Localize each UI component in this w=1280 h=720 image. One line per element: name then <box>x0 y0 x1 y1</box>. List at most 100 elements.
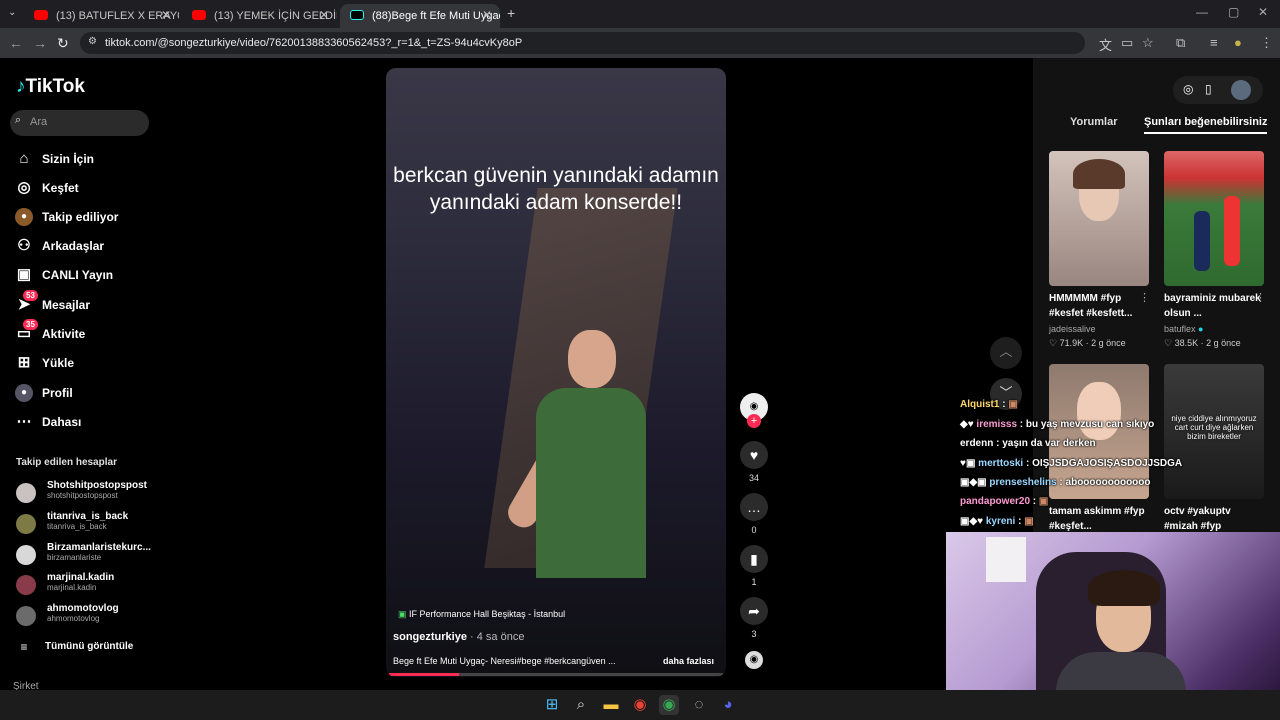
heart-outline-icon: ♡ <box>1164 338 1173 348</box>
like-button[interactable]: ♥ 34 <box>740 441 768 483</box>
following-icon: ● <box>15 208 33 226</box>
chat-message: ♥▣ merttoski : OIŞJSDGAJOSIŞASDOJJSDGA <box>960 458 1183 469</box>
more-options-icon[interactable]: ⋮ <box>1255 291 1266 304</box>
suggested-video-author[interactable]: jadeissalive <box>1049 324 1096 334</box>
obs-icon[interactable]: ◌ <box>689 695 709 715</box>
minimize-icon[interactable]: — <box>1196 5 1208 19</box>
search-input[interactable]: ⌕ Ara <box>10 110 149 136</box>
chat-username: pandapower20 <box>960 496 1031 507</box>
discord-icon[interactable]: ◕ <box>718 695 738 715</box>
home-icon: ⌂ <box>19 150 29 167</box>
following-account[interactable]: titanriva_is_back titanriva_is_back <box>16 511 156 537</box>
windows-start-icon[interactable]: ⊞ <box>542 695 562 715</box>
device-icon[interactable]: ▯ <box>1205 82 1212 96</box>
logo-text: TikTok <box>25 76 85 97</box>
browser-tab-1[interactable]: (13) BATUFLEX X ERAY067 & M ✕ <box>24 4 179 28</box>
profile-avatar-icon[interactable]: ● <box>1234 35 1242 50</box>
comment-button[interactable]: … 0 <box>740 493 768 535</box>
suggested-video-thumbnail[interactable] <box>1164 151 1264 286</box>
chat-message: erdenn : yaşın da var derken <box>960 438 1096 449</box>
chat-username: merttoski <box>978 458 1024 469</box>
compass-icon[interactable]: ◎ <box>1183 82 1193 96</box>
suggested-video-title[interactable]: octv #yakuptv #mizah #fyp <box>1164 504 1264 534</box>
cast-icon[interactable]: ▭ <box>1121 35 1133 51</box>
translate-icon[interactable]: 文 <box>1099 35 1112 54</box>
following-account[interactable]: ahmomotovlog ahmomotovlog <box>16 603 156 629</box>
live-icon: ▣ <box>16 266 32 283</box>
post-time: 2 g önce <box>1091 338 1126 348</box>
chevron-down-icon: ﹀ <box>999 385 1013 400</box>
site-info-icon[interactable]: ⚙ <box>88 36 97 47</box>
streamer-hair <box>1088 570 1160 606</box>
right-panel-toolbar: ◎ ▯ <box>1173 76 1263 104</box>
browser-tab-3[interactable]: (88)Bege ft Efe Muti Uygaç- Ne ✕ <box>340 4 500 28</box>
extensions-icon[interactable]: ⧉ <box>1176 35 1185 51</box>
chat-message: ◆♥ iremisss : bu yaş mevzusu can sıkıyo <box>960 419 1155 430</box>
suggested-video-title[interactable]: HMMMMM #fyp #kesfet #kesfett... <box>1049 291 1149 321</box>
suggested-video-title[interactable]: tamam askimm #fyp #keşfet... <box>1049 504 1149 534</box>
chat-username: iremisss <box>976 419 1018 430</box>
author-avatar-button[interactable]: ◉ + <box>740 393 768 428</box>
following-account[interactable]: Birzamanlaristekurc... birzamanlariste <box>16 542 156 568</box>
tab-comments[interactable]: Yorumlar <box>1070 116 1117 128</box>
suggested-video-title[interactable]: bayraminiz mubarek olsun ... <box>1164 291 1264 321</box>
youtube-icon <box>34 10 48 20</box>
video-progress-bar[interactable] <box>389 673 723 676</box>
maximize-icon[interactable]: ▢ <box>1228 5 1239 19</box>
location-text: IF Performance Hall Beşiktaş - İstanbul <box>409 609 566 619</box>
tab-search-icon[interactable]: ⌄ <box>8 7 16 18</box>
video-location[interactable]: ▣ IF Performance Hall Beşiktaş - İstanbu… <box>398 609 565 620</box>
file-explorer-icon[interactable]: ▬ <box>601 695 621 715</box>
youtube-icon <box>192 10 206 20</box>
more-button[interactable]: daha fazlası <box>663 656 714 666</box>
tab-you-may-like[interactable]: Şunları beğenebilirsiniz <box>1144 116 1268 134</box>
account-handle: marjinal.kadin <box>47 583 97 592</box>
bookmark-star-icon[interactable]: ☆ <box>1142 35 1154 51</box>
comment-icon: … <box>740 493 768 521</box>
messages-badge: 53 <box>23 290 38 301</box>
share-button[interactable]: ➦ 3 <box>740 597 768 639</box>
close-icon[interactable]: ✕ <box>161 8 171 22</box>
back-icon[interactable]: ← <box>9 35 23 51</box>
video-author[interactable]: songezturkiye · 4 sa önce <box>393 631 524 643</box>
more-options-icon[interactable]: ⋮ <box>1139 291 1150 304</box>
location-icon: ▣ <box>398 609 407 619</box>
browser-address-bar: ← → ↻ ⚙ tiktok.com/@songezturkiye/video/… <box>0 28 1280 58</box>
account-name: Shotshitpostopspost <box>47 480 147 491</box>
suggested-video-meta: ♡ 71.9K · 2 g önce <box>1049 338 1126 348</box>
video-player[interactable]: berkcan güvenin yanındaki adamın yanında… <box>386 68 726 677</box>
forward-icon[interactable]: → <box>33 35 47 51</box>
menu-icon[interactable]: ⋮ <box>1260 35 1273 51</box>
url-input[interactable]: ⚙ tiktok.com/@songezturkiye/video/762001… <box>80 32 1085 54</box>
suggested-video-thumbnail[interactable] <box>1049 151 1149 286</box>
close-icon[interactable]: ✕ <box>482 8 492 22</box>
avatar[interactable] <box>1231 80 1251 100</box>
chrome-active-icon[interactable]: ◉ <box>659 695 679 715</box>
video-progress-fill <box>389 673 460 676</box>
music-disc-icon: ◉ <box>745 651 763 669</box>
previous-video-button[interactable]: ︿ <box>990 337 1022 369</box>
account-name: marjinal.kadin <box>47 572 115 583</box>
chat-message: ▣◆▣ prenseshelins : aboooooooooooo <box>960 477 1151 488</box>
media-icon[interactable]: ≡ <box>1210 35 1218 50</box>
following-account[interactable]: Shotshitpostopspost shotshitpostopspost <box>16 480 156 506</box>
following-accounts-title: Takip edilen hesaplar <box>16 457 117 468</box>
account-handle: ahmomotovlog <box>47 614 100 623</box>
tiktok-logo[interactable]: ♪TikTok <box>16 76 85 98</box>
new-tab-button[interactable]: + <box>507 5 515 21</box>
close-icon[interactable]: ✕ <box>319 8 329 22</box>
following-account[interactable]: marjinal.kadin marjinal.kadin <box>16 572 156 598</box>
follow-plus-icon[interactable]: + <box>747 414 761 428</box>
suggested-video-thumbnail[interactable]: niye ciddiye alınmıyoruz cart curt diye … <box>1164 364 1264 499</box>
close-window-icon[interactable]: ✕ <box>1258 5 1268 19</box>
avatar <box>16 514 36 534</box>
suggested-video-author[interactable]: batuflex ● <box>1164 324 1203 334</box>
browser-tab-2[interactable]: (13) YEMEK İÇİN GELDİK, EVE A ✕ <box>182 4 337 28</box>
sound-disc-button[interactable]: ◉ <box>740 651 768 669</box>
chat-username: Alquist1 <box>960 399 1000 410</box>
save-button[interactable]: ▮ 1 <box>740 545 768 587</box>
search-icon[interactable]: ⌕ <box>571 695 591 715</box>
reload-icon[interactable]: ↻ <box>57 35 69 52</box>
chrome-icon[interactable]: ◉ <box>630 695 650 715</box>
chat-username: erdenn <box>960 438 994 449</box>
